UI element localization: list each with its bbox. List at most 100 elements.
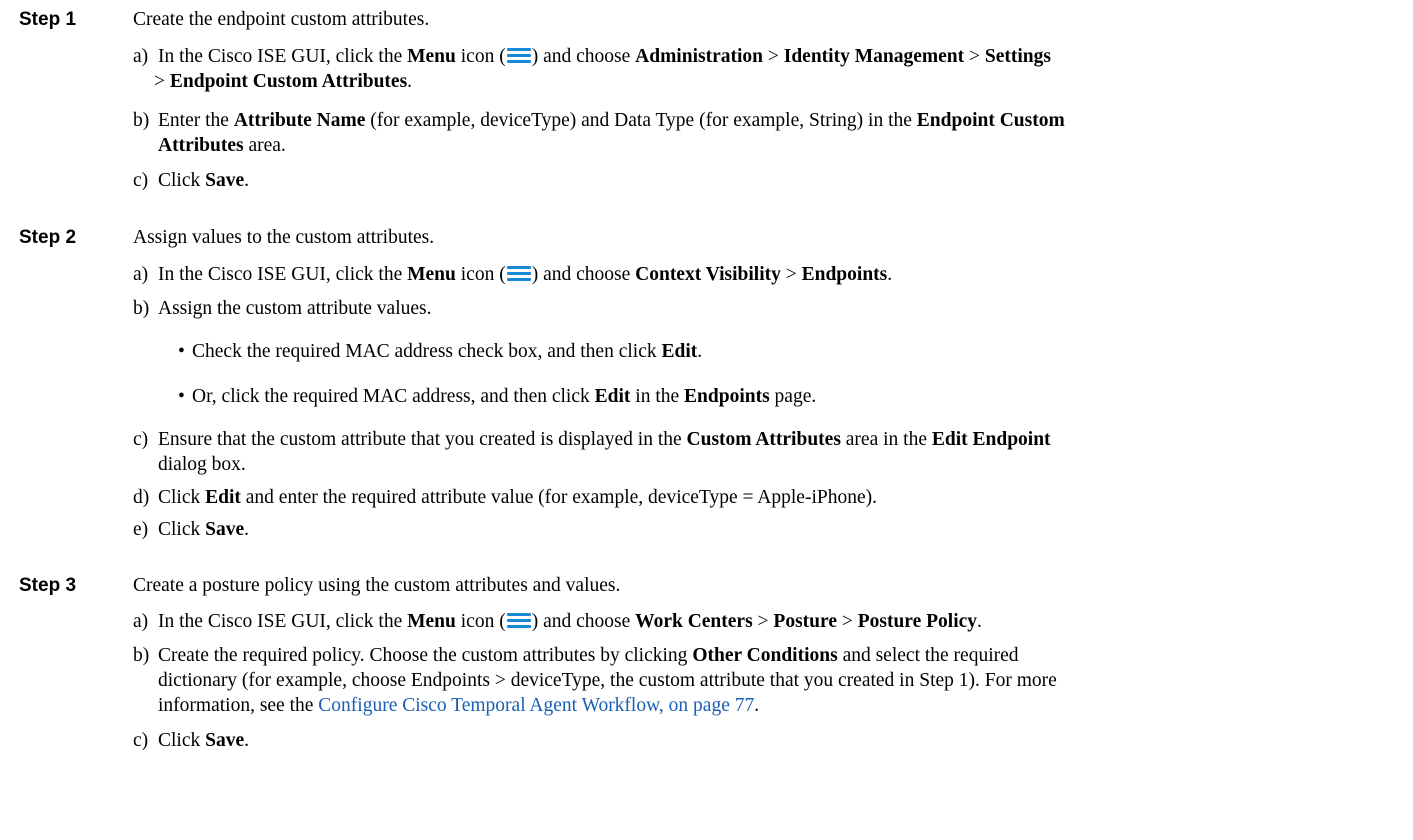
substep-marker: b) [133, 645, 150, 666]
menu-label: Menu [407, 46, 456, 67]
text: . [977, 611, 982, 632]
substep-3c: c) Click Save. [133, 728, 1403, 753]
text: . [244, 170, 249, 191]
text: dialog box. [158, 454, 246, 475]
nav-posture-policy: Posture Policy [857, 611, 978, 632]
edit-endpoint-label: Edit Endpoint [931, 429, 1051, 450]
nav-work-centers: Work Centers [635, 611, 753, 632]
bullet-marker: • [178, 341, 185, 362]
nav-administration: Administration [635, 46, 763, 67]
text: Create the required policy. Choose the c… [158, 645, 693, 666]
text: In the Cisco ISE GUI, click the [158, 264, 408, 285]
step-label: Step 1 [19, 9, 77, 30]
attribute-name-label: Attribute Name [233, 110, 366, 131]
step-text: Create the endpoint custom attributes. [133, 9, 430, 30]
edit-label: Edit [205, 487, 241, 508]
text: Click [158, 170, 206, 191]
substep-1b: b) Enter the Attribute Name (for example… [133, 108, 1403, 158]
text: Click [158, 487, 206, 508]
text: Enter the [158, 110, 234, 131]
bullet-item: • Check the required MAC address check bo… [178, 339, 702, 364]
substep-marker: a) [133, 46, 149, 67]
text: and select the required [837, 645, 1019, 666]
text: Click [158, 519, 206, 540]
substep-1c: c) Click Save. [133, 168, 1403, 193]
text: ) and choose [531, 611, 636, 632]
text: In the Cisco ISE GUI, click the [158, 611, 408, 632]
text: page. [769, 386, 817, 407]
text: Click [158, 730, 206, 751]
substep-marker: a) [133, 264, 149, 285]
other-conditions-label: Other Conditions [692, 645, 838, 666]
endpoint-custom-label: Endpoint Custom [916, 110, 1065, 131]
bullet-item: • Or, click the required MAC address, and… [178, 384, 816, 409]
custom-attributes-label: Custom Attributes [686, 429, 841, 450]
text: Or, click the required MAC address, and … [192, 386, 595, 407]
substep-marker: a) [133, 611, 149, 632]
save-label: Save [205, 730, 245, 751]
text: Assign the custom attribute values. [158, 298, 432, 319]
attributes-label: Attributes [158, 135, 244, 156]
edit-label: Edit [594, 386, 631, 407]
edit-label: Edit [661, 341, 698, 362]
text: > [780, 264, 802, 285]
text: information, see the [158, 695, 319, 716]
configure-temporal-agent-link[interactable]: Configure Cisco Temporal Agent Workflow,… [318, 695, 754, 716]
substep-1a: a) In the Cisco ISE GUI, click the Menu … [133, 44, 1403, 94]
save-label: Save [205, 170, 245, 191]
menu-label: Menu [407, 611, 456, 632]
save-label: Save [205, 519, 245, 540]
nav-posture: Posture [773, 611, 837, 632]
menu-icon [506, 47, 531, 63]
substep-3b: b) Create the required policy. Choose th… [133, 643, 1403, 718]
text: icon ( [455, 264, 506, 285]
text: in the [630, 386, 685, 407]
text: In the Cisco ISE GUI, click the [158, 46, 408, 67]
nav-context-visibility: Context Visibility [635, 264, 781, 285]
text: . [754, 695, 760, 716]
menu-icon [506, 265, 531, 281]
text: ) and choose [531, 264, 636, 285]
substep-2c: c) Ensure that the custom attribute that… [133, 427, 1403, 477]
substep-marker: c) [133, 429, 149, 450]
nav-identity-management: Identity Management [783, 46, 965, 67]
text: area in the [840, 429, 932, 450]
nav-endpoint-custom-attributes: Endpoint Custom Attributes [169, 71, 408, 92]
step-text: Create a posture policy using the custom… [133, 575, 621, 596]
text: Ensure that the custom attribute that yo… [158, 429, 687, 450]
text: . [407, 71, 413, 92]
text: and enter the required attribute value (… [240, 487, 877, 508]
substep-marker: c) [133, 730, 149, 751]
text: icon ( [455, 611, 506, 632]
substep-marker: c) [133, 170, 149, 191]
substep-marker: e) [133, 519, 149, 540]
text: > [836, 611, 858, 632]
substep-marker: d) [133, 487, 150, 508]
substep-2b: b) Assign the custom attribute values. [133, 296, 1403, 321]
nav-endpoints: Endpoints [801, 264, 888, 285]
endpoints-label: Endpoints [684, 386, 770, 407]
step-label: Step 2 [19, 227, 77, 248]
substep-2a: a) In the Cisco ISE GUI, click the Menu … [133, 262, 1403, 287]
text: . [697, 341, 703, 362]
text: (for example, deviceType) and Data Type … [365, 110, 917, 131]
substep-2e: e) Click Save. [133, 517, 1403, 542]
nav-settings: Settings [984, 46, 1051, 67]
step-text: Assign values to the custom attributes. [133, 227, 435, 248]
text: . [244, 730, 249, 751]
menu-label: Menu [407, 264, 456, 285]
bullet-marker: • [178, 386, 185, 407]
text: dictionary (for example, choose Endpoint… [158, 670, 1057, 691]
substep-marker: b) [133, 110, 150, 131]
text: > [763, 46, 784, 67]
substep-3a: a) In the Cisco ISE GUI, click the Menu … [133, 609, 1403, 634]
text: . [887, 264, 893, 285]
substep-2d: d) Click Edit and enter the required att… [133, 485, 1403, 510]
text: Check the required MAC address check box… [192, 341, 662, 362]
step-label: Step 3 [19, 575, 77, 596]
text: icon ( [455, 46, 506, 67]
text: > [964, 46, 985, 67]
text: area. [243, 135, 286, 156]
substep-marker: b) [133, 298, 150, 319]
text: > [752, 611, 774, 632]
